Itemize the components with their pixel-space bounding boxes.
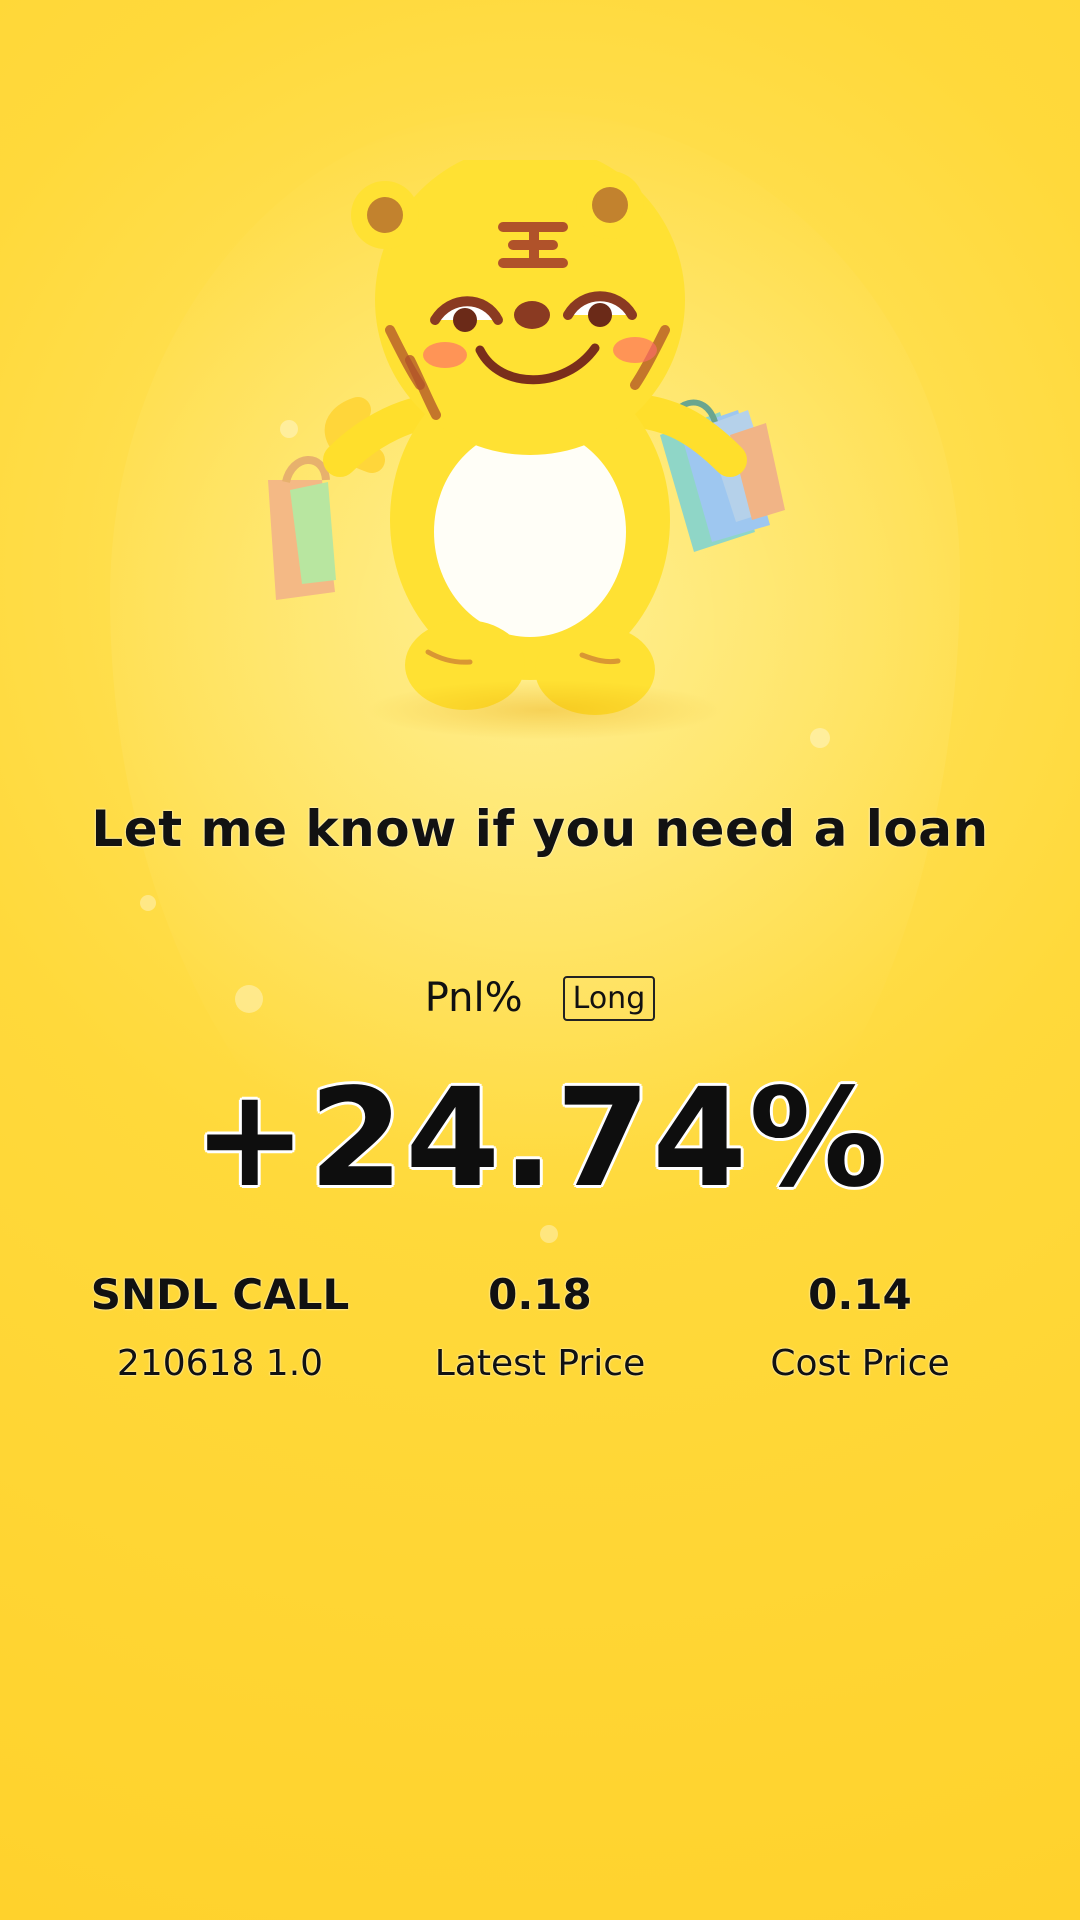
- cost-price-label: Cost Price: [770, 1343, 950, 1384]
- position-direction-badge: Long: [562, 975, 656, 1021]
- pnl-label: Pnl%: [424, 975, 523, 1021]
- sparkle-decoration: [540, 1225, 558, 1243]
- mascot-shadow: [365, 680, 725, 740]
- pnl-percentage-value: +24.74%: [192, 1060, 888, 1218]
- pnl-header: Pnl% Long: [0, 975, 1080, 1021]
- tiger-mascot-icon: [268, 145, 785, 715]
- latest-price-label: Latest Price: [434, 1343, 646, 1384]
- cost-price-stat: 0.14 Cost Price: [700, 1270, 1020, 1384]
- latest-price-value: 0.18: [488, 1270, 592, 1319]
- sparkle-decoration: [140, 895, 156, 911]
- tiger-mascot: [250, 145, 810, 740]
- position-stats: SNDL CALL 210618 1.0 0.18 Latest Price 0…: [60, 1270, 1020, 1384]
- instrument-detail: 210618 1.0: [116, 1343, 324, 1384]
- latest-price-stat: 0.18 Latest Price: [380, 1270, 700, 1384]
- loan-message: Let me know if you need a loan: [91, 800, 989, 858]
- sparkle-decoration: [810, 728, 830, 748]
- shopping-bag-icon: [268, 456, 336, 600]
- cost-price-value: 0.14: [808, 1270, 912, 1319]
- instrument-name: SNDL CALL: [90, 1270, 350, 1319]
- instrument-stat: SNDL CALL 210618 1.0: [60, 1270, 380, 1384]
